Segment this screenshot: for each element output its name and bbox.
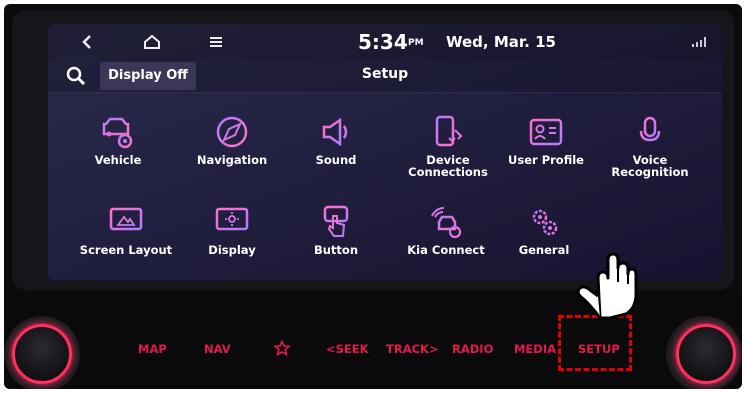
media-button[interactable]: MEDIA bbox=[514, 342, 556, 356]
tile-label: Navigation bbox=[196, 153, 268, 167]
seek-button[interactable]: <SEEK bbox=[326, 342, 369, 356]
phone-connection-icon bbox=[435, 115, 463, 147]
kia-connect-icon bbox=[431, 207, 462, 239]
tile-kia-connect[interactable]: Kia Connect bbox=[394, 204, 498, 274]
tile-label: Sound bbox=[315, 153, 357, 167]
tile-vehicle[interactable]: Vehicle bbox=[66, 114, 170, 184]
user-profile-icon bbox=[529, 118, 563, 146]
tile-label: Display bbox=[208, 243, 256, 257]
clock-ampm: PM bbox=[408, 38, 424, 48]
tile-label: Screen Layout bbox=[79, 243, 173, 257]
page-title: Setup bbox=[361, 66, 409, 82]
tile-label: Device Connections bbox=[408, 153, 488, 179]
screen-layout-icon bbox=[109, 207, 143, 236]
pointing-hand-icon bbox=[576, 252, 638, 320]
tile-voice-recognition[interactable]: Voice Recognition bbox=[598, 114, 702, 184]
signal-icon bbox=[692, 37, 706, 47]
tile-user-profile[interactable]: User Profile bbox=[494, 114, 598, 184]
tile-display[interactable]: Display bbox=[180, 204, 284, 274]
tile-label: Vehicle bbox=[94, 153, 142, 167]
microphone-icon bbox=[639, 116, 661, 146]
speaker-icon bbox=[322, 117, 348, 147]
track-button[interactable]: TRACK> bbox=[386, 342, 439, 356]
tune-knob[interactable] bbox=[676, 324, 736, 384]
menu-icon bbox=[210, 37, 222, 47]
tile-label: Voice Recognition bbox=[611, 153, 689, 179]
nav-button[interactable]: NAV bbox=[204, 342, 231, 356]
tile-sound[interactable]: Sound bbox=[284, 114, 388, 184]
chevron-left-icon bbox=[82, 35, 91, 49]
volume-knob[interactable] bbox=[12, 324, 72, 384]
home-icon bbox=[144, 34, 160, 49]
tile-label: Button bbox=[313, 243, 359, 257]
tile-navigation[interactable]: Navigation bbox=[180, 114, 284, 184]
vehicle-settings-icon bbox=[102, 117, 133, 149]
tile-screen-layout[interactable]: Screen Layout bbox=[74, 204, 178, 274]
title-bar: Display Off Setup bbox=[48, 60, 722, 93]
favorite-button[interactable] bbox=[272, 339, 292, 359]
radio-button[interactable]: RADIO bbox=[452, 342, 493, 356]
status-bar: 5:34 PM Wed, Mar. 15 bbox=[48, 24, 722, 60]
display-brightness-icon bbox=[215, 207, 249, 236]
tile-button[interactable]: Button bbox=[284, 204, 388, 274]
tile-label: Kia Connect bbox=[407, 243, 485, 257]
tile-label: User Profile bbox=[508, 153, 584, 167]
star-icon bbox=[272, 339, 292, 357]
tile-device-connections[interactable]: Device Connections bbox=[396, 114, 500, 184]
map-button[interactable]: MAP bbox=[138, 342, 167, 356]
clock-time: 5:34 bbox=[358, 30, 408, 54]
button-press-icon bbox=[323, 205, 349, 237]
date-text: Wed, Mar. 15 bbox=[446, 33, 556, 51]
menu-button[interactable] bbox=[204, 30, 228, 54]
back-button[interactable] bbox=[76, 30, 100, 54]
compass-icon bbox=[216, 116, 248, 148]
home-button[interactable] bbox=[140, 30, 164, 54]
gears-icon bbox=[532, 209, 558, 236]
